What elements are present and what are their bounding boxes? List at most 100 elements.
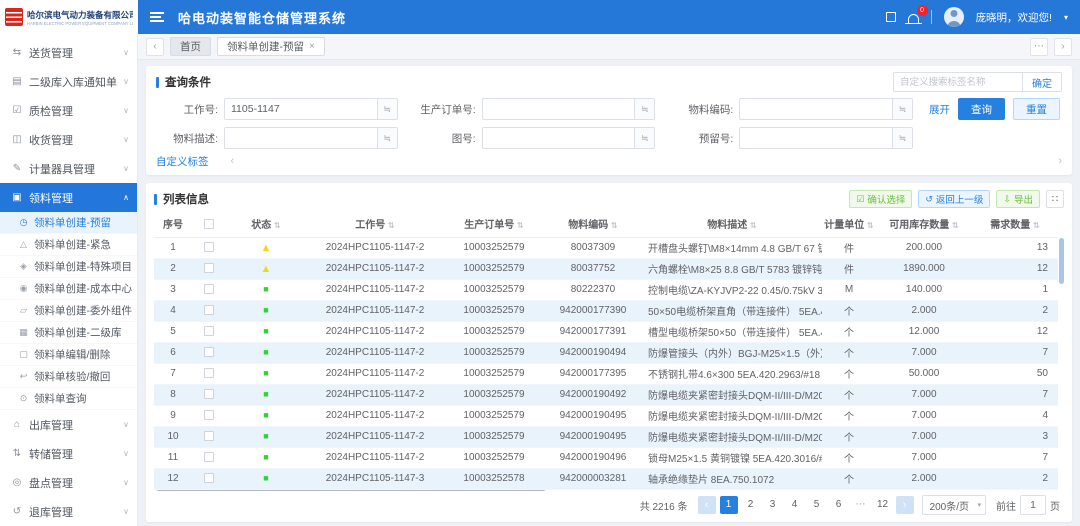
- sort-icon[interactable]: ⇅: [517, 221, 524, 230]
- page-button[interactable]: 1: [720, 496, 738, 514]
- field-input[interactable]: ≒: [739, 98, 913, 120]
- field-input[interactable]: ≒: [739, 127, 913, 149]
- page-button[interactable]: 5: [808, 496, 826, 514]
- row-checkbox[interactable]: [204, 410, 214, 420]
- sidebar-subitem[interactable]: ↩ 领料单核验/撤回: [0, 366, 137, 388]
- next-page-button[interactable]: ›: [896, 496, 914, 514]
- page-button[interactable]: 6: [830, 496, 848, 514]
- table-row[interactable]: 11 ■ 2024HPC1105-1147-2 10003252579 9420…: [154, 447, 1058, 468]
- tag-confirm-button[interactable]: 确定: [1022, 73, 1061, 91]
- sidebar-subitem[interactable]: ◷ 领料单创建-预留: [0, 212, 137, 234]
- sidebar-subitem[interactable]: ◉ 领料单创建-成本中心: [0, 278, 137, 300]
- sidebar-subitem[interactable]: ▱ 领料单创建-委外组件: [0, 300, 137, 322]
- row-checkbox[interactable]: [204, 368, 214, 378]
- table-row[interactable]: 6 ■ 2024HPC1105-1147-2 10003252579 94200…: [154, 342, 1058, 363]
- table-row[interactable]: 3 ■ 2024HPC1105-1147-2 10003252579 80222…: [154, 279, 1058, 300]
- page-size-select[interactable]: 200条/页 ▾: [922, 495, 986, 515]
- row-checkbox[interactable]: [204, 347, 214, 357]
- confirm-select-button[interactable]: ☑ 确认选择: [849, 190, 912, 208]
- column-header[interactable]: 工作号 ⇅: [306, 211, 444, 237]
- row-checkbox[interactable]: [204, 263, 214, 273]
- sort-icon[interactable]: ⇅: [952, 221, 959, 230]
- sidebar-subitem[interactable]: ▢ 领料单编辑/删除: [0, 344, 137, 366]
- collapse-sidebar-icon[interactable]: [150, 12, 164, 22]
- batch-input-icon[interactable]: ≒: [377, 128, 397, 148]
- column-header[interactable]: 生产订单号 ⇅: [444, 211, 544, 237]
- field-input[interactable]: ≒: [482, 127, 656, 149]
- field-input[interactable]: ≒: [482, 98, 656, 120]
- page-button[interactable]: 4: [786, 496, 804, 514]
- sidebar-subitem[interactable]: ◈ 领料单创建-特殊项目: [0, 256, 137, 278]
- tab-领料单创建-预留[interactable]: 领料单创建-预留×: [217, 37, 325, 56]
- custom-tag-link[interactable]: 自定义标签: [156, 154, 209, 169]
- goto-page-input[interactable]: [1020, 495, 1046, 515]
- page-button[interactable]: 3: [764, 496, 782, 514]
- column-header[interactable]: 计量单位 ⇅: [822, 211, 876, 237]
- reset-button[interactable]: 重置: [1013, 98, 1060, 120]
- table-row[interactable]: 7 ■ 2024HPC1105-1147-2 10003252579 94200…: [154, 363, 1058, 384]
- sidebar-subitem[interactable]: ▦ 领料单创建-二级库: [0, 322, 137, 344]
- sidebar-subitem[interactable]: △ 领料单创建-紧急: [0, 234, 137, 256]
- batch-input-icon[interactable]: ≒: [892, 99, 912, 119]
- row-checkbox[interactable]: [204, 452, 214, 462]
- notification-bell[interactable]: 0: [908, 11, 919, 23]
- batch-input-icon[interactable]: ≒: [634, 99, 654, 119]
- batch-input-icon[interactable]: ≒: [377, 99, 397, 119]
- row-checkbox[interactable]: [204, 284, 214, 294]
- table-row[interactable]: 4 ■ 2024HPC1105-1147-2 10003252579 94200…: [154, 300, 1058, 321]
- column-header[interactable]: 状态 ⇅: [226, 211, 306, 237]
- row-checkbox[interactable]: [204, 473, 214, 483]
- table-row[interactable]: 5 ■ 2024HPC1105-1147-2 10003252579 94200…: [154, 321, 1058, 342]
- sidebar-item[interactable]: ▣ 领料管理 ∧: [0, 183, 137, 212]
- table-row[interactable]: 2 ▲ 2024HPC1105-1147-2 10003252579 80037…: [154, 258, 1058, 279]
- sort-icon[interactable]: ⇅: [750, 221, 757, 230]
- tab-首页[interactable]: 首页: [170, 37, 211, 56]
- prev-page-button[interactable]: ‹: [698, 496, 716, 514]
- column-header[interactable]: 物料编码 ⇅: [544, 211, 642, 237]
- row-checkbox[interactable]: [204, 389, 214, 399]
- vertical-scrollbar[interactable]: [1059, 238, 1064, 488]
- table-row[interactable]: 1 ▲ 2024HPC1105-1147-2 10003252579 80037…: [154, 237, 1058, 258]
- sidebar-item[interactable]: ⌂ 出库管理 ∨: [0, 410, 137, 439]
- column-header[interactable]: 可用库存数量 ⇅: [876, 211, 972, 237]
- table-row[interactable]: 9 ■ 2024HPC1105-1147-2 10003252579 94200…: [154, 405, 1058, 426]
- column-header[interactable]: 需求数量 ⇅: [972, 211, 1058, 237]
- column-header[interactable]: 物料描述 ⇅: [642, 211, 822, 237]
- sort-icon[interactable]: ⇅: [611, 221, 618, 230]
- sidebar-item[interactable]: ⇆ 送货管理 ∨: [0, 38, 137, 67]
- tags-scroll-left-icon[interactable]: ‹: [231, 155, 235, 167]
- batch-input-icon[interactable]: ≒: [892, 128, 912, 148]
- export-button[interactable]: ⇩ 导出: [996, 190, 1040, 208]
- sort-icon[interactable]: ⇅: [867, 221, 874, 230]
- search-button[interactable]: 查询: [958, 98, 1005, 120]
- sidebar-item[interactable]: ⇅ 转储管理 ∨: [0, 439, 137, 468]
- sidebar-item[interactable]: ◫ 收货管理 ∨: [0, 125, 137, 154]
- table-row[interactable]: 10 ■ 2024HPC1105-1147-2 10003252579 9420…: [154, 426, 1058, 447]
- avatar[interactable]: [944, 7, 964, 27]
- tags-scroll-right-icon[interactable]: ›: [1058, 155, 1062, 167]
- sidebar-item[interactable]: ▤ 二级库入库通知单 ∨: [0, 67, 137, 96]
- row-checkbox[interactable]: [204, 431, 214, 441]
- field-input[interactable]: ≒: [224, 127, 398, 149]
- sort-icon[interactable]: ⇅: [388, 221, 395, 230]
- tabs-more-icon[interactable]: ⋯: [1030, 38, 1048, 56]
- page-button[interactable]: 2: [742, 496, 760, 514]
- table-row[interactable]: 12 ■ 2024HPC1105-1147-3 10003252578 9420…: [154, 468, 1058, 489]
- row-checkbox[interactable]: [204, 242, 214, 252]
- expand-link[interactable]: 展开: [929, 102, 950, 117]
- sidebar-subitem[interactable]: ⊙ 领料单查询: [0, 388, 137, 410]
- fullscreen-icon[interactable]: [886, 12, 896, 22]
- column-settings-icon[interactable]: ∷: [1046, 190, 1064, 208]
- close-icon[interactable]: ×: [309, 41, 315, 52]
- sidebar-item[interactable]: ☑ 质检管理 ∨: [0, 96, 137, 125]
- tag-name-input[interactable]: [894, 73, 1022, 91]
- batch-input-icon[interactable]: ≒: [634, 128, 654, 148]
- row-checkbox[interactable]: [204, 305, 214, 315]
- row-checkbox[interactable]: [204, 326, 214, 336]
- sort-icon[interactable]: ⇅: [274, 221, 281, 230]
- tabs-scroll-right-icon[interactable]: ›: [1054, 38, 1072, 56]
- table-row[interactable]: 8 ■ 2024HPC1105-1147-2 10003252579 94200…: [154, 384, 1058, 405]
- sidebar-item[interactable]: ↺ 退库管理 ∨: [0, 497, 137, 526]
- field-input[interactable]: 1105-1147 ≒: [224, 98, 398, 120]
- sidebar-item[interactable]: ✎ 计量器具管理 ∨: [0, 154, 137, 183]
